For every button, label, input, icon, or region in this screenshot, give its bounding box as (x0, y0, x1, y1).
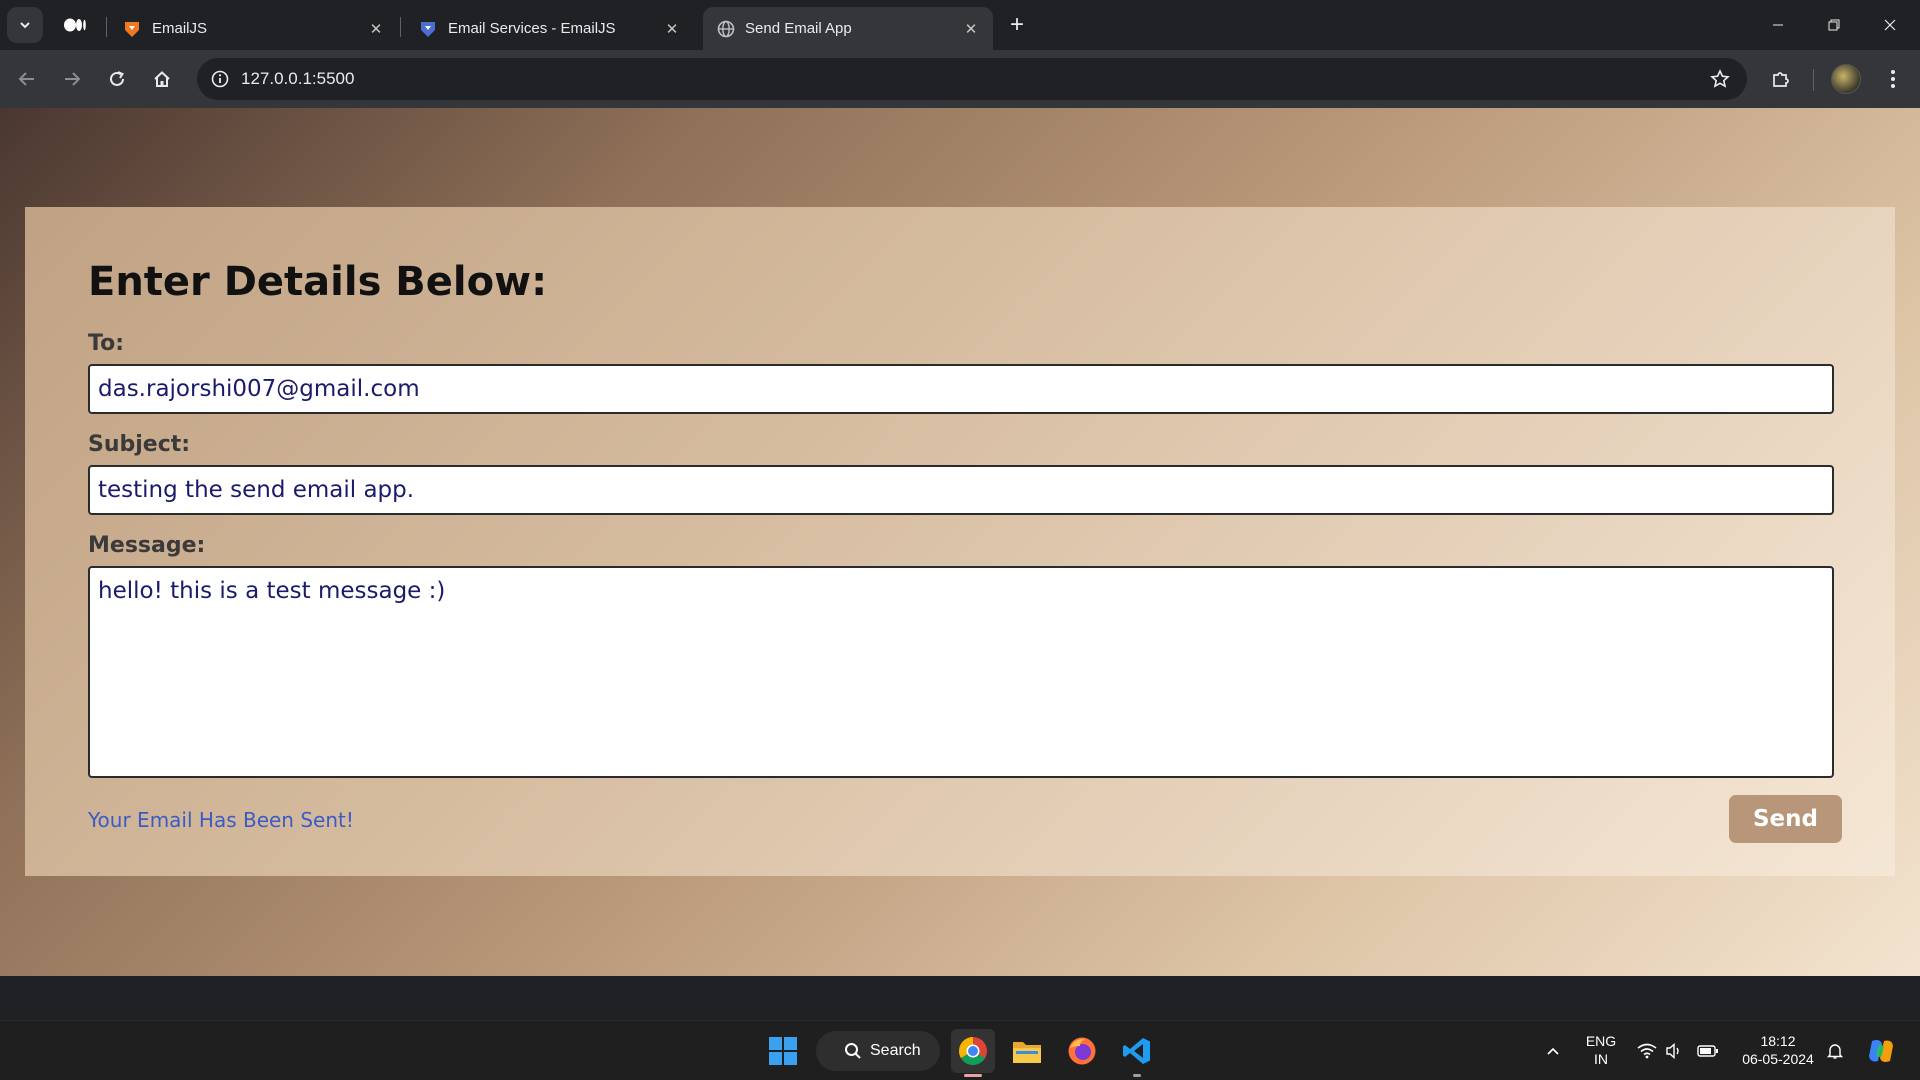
profile-avatar[interactable] (1831, 64, 1861, 94)
arrow-left-icon (18, 72, 34, 86)
emailjs-orange-icon (125, 21, 139, 37)
page-viewport: Enter Details Below: To: Subject: Messag… (0, 108, 1920, 976)
copilot-button[interactable] (1865, 1035, 1897, 1067)
browser-menu-button[interactable] (1876, 62, 1910, 96)
tab-separator (106, 17, 107, 37)
subject-label: Subject: (88, 432, 191, 457)
toolbar-divider (1813, 69, 1814, 91)
bell-icon (1826, 1044, 1844, 1059)
info-icon (211, 70, 229, 88)
tab-title: EmailJS (152, 20, 208, 37)
windows-logo-icon (769, 1037, 797, 1065)
reload-button[interactable] (100, 62, 134, 96)
wifi-icon (1637, 1043, 1657, 1059)
address-bar[interactable]: 127.0.0.1:5500 (197, 58, 1747, 100)
taskbar-vscode[interactable] (1115, 1029, 1159, 1077)
status-message: Your Email Has Been Sent! (88, 808, 354, 832)
speaker-icon (1666, 1043, 1679, 1059)
chrome-icon (959, 1037, 987, 1065)
subject-field[interactable] (88, 465, 1834, 515)
bookmark-button[interactable] (1703, 62, 1737, 96)
start-button[interactable] (761, 1029, 805, 1073)
running-indicator (964, 1074, 982, 1077)
taskbar-firefox[interactable] (1060, 1029, 1104, 1073)
send-button[interactable]: Send (1729, 795, 1842, 843)
running-indicator (1133, 1074, 1141, 1077)
reload-icon (110, 71, 124, 86)
restore-icon (1828, 19, 1840, 31)
wifi-status[interactable] (1635, 1039, 1659, 1063)
chevron-up-icon (1547, 1047, 1559, 1055)
taskbar-file-explorer[interactable] (1005, 1029, 1049, 1073)
message-field[interactable]: hello! this is a test message :) (88, 566, 1834, 778)
chevron-down-icon (20, 22, 30, 29)
medium-logo-icon (64, 18, 86, 32)
close-icon (1884, 19, 1896, 31)
tab-separator (400, 17, 401, 37)
search-icon (845, 1043, 861, 1059)
close-tab-icon[interactable]: ✕ (662, 19, 682, 39)
forward-button[interactable] (55, 62, 89, 96)
url-text[interactable]: 127.0.0.1:5500 (241, 69, 354, 89)
extensions-button[interactable] (1764, 62, 1798, 96)
volume-status[interactable] (1662, 1039, 1686, 1063)
tab-title: Send Email App (745, 20, 852, 37)
back-button[interactable] (10, 62, 44, 96)
new-tab-button[interactable]: + (1002, 10, 1032, 40)
firefox-icon (1068, 1037, 1096, 1065)
clock-time: 18:12 (1760, 1033, 1796, 1049)
tab-email-services[interactable]: Email Services - EmailJS ✕ (404, 7, 694, 50)
more-vertical-icon (1891, 70, 1895, 88)
tab-title: Email Services - EmailJS (448, 20, 616, 37)
tab-search-button[interactable] (7, 7, 43, 43)
taskbar-chrome[interactable] (951, 1029, 995, 1077)
globe-icon (717, 20, 735, 37)
emailjs-blue-icon (421, 21, 435, 37)
restore-button[interactable] (1806, 0, 1862, 50)
folder-icon (1013, 1042, 1041, 1063)
vscode-icon (1123, 1038, 1150, 1064)
taskbar-search-label: Search (870, 1042, 921, 1059)
star-icon (1710, 69, 1730, 88)
email-form-card: Enter Details Below: To: Subject: Messag… (25, 207, 1895, 876)
copilot-icon (1869, 1040, 1893, 1062)
tab-send-email-app[interactable]: Send Email App ✕ (703, 7, 993, 50)
minimize-icon (1773, 24, 1783, 26)
message-label: Message: (88, 533, 206, 558)
close-window-button[interactable] (1862, 0, 1918, 50)
show-hidden-icons-button[interactable] (1541, 1039, 1565, 1063)
tab-emailjs[interactable]: EmailJS ✕ (108, 7, 398, 50)
battery-status[interactable] (1696, 1039, 1720, 1063)
page-title: Enter Details Below: (88, 259, 548, 305)
notifications-button[interactable] (1823, 1039, 1847, 1063)
to-label: To: (88, 331, 124, 356)
language-indicator[interactable]: ENG IN (1580, 1032, 1622, 1068)
home-icon (154, 71, 170, 87)
arrow-right-icon (65, 72, 81, 86)
close-tab-icon[interactable]: ✕ (961, 19, 981, 39)
taskbar-search[interactable]: Search (816, 1031, 940, 1071)
browser-tab-strip: EmailJS ✕ Email Services - EmailJS ✕ Sen… (0, 0, 1920, 50)
minimize-button[interactable] (1750, 0, 1806, 50)
windows-taskbar: Search ENG IN 18:12 06-05-2024 (0, 1020, 1920, 1080)
close-tab-icon[interactable]: ✕ (366, 19, 386, 39)
battery-icon (1697, 1045, 1718, 1057)
puzzle-icon (1773, 72, 1789, 87)
to-field[interactable] (88, 364, 1834, 414)
home-button[interactable] (145, 62, 179, 96)
region-code: IN (1594, 1051, 1608, 1067)
browser-toolbar: 127.0.0.1:5500 (0, 50, 1920, 108)
pinned-tab-medium[interactable] (56, 7, 94, 43)
site-info-button[interactable] (203, 62, 237, 96)
language-code: ENG (1585, 1033, 1617, 1049)
clock[interactable]: 18:12 06-05-2024 (1730, 1032, 1826, 1068)
clock-date: 06-05-2024 (1742, 1051, 1814, 1067)
